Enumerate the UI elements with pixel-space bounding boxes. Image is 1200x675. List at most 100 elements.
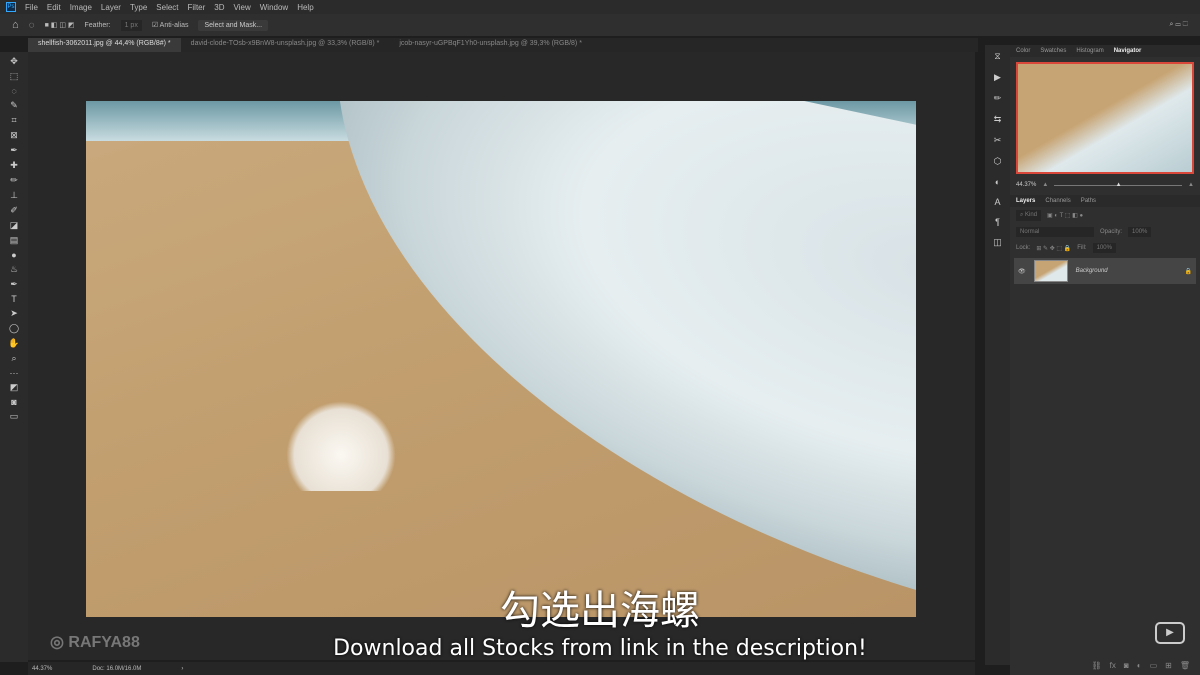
hand-tool-icon[interactable]: ✋	[8, 338, 19, 349]
menu-image[interactable]: Image	[70, 3, 92, 12]
menu-help[interactable]: Help	[297, 3, 313, 12]
link-icon[interactable]: ⛓	[1092, 661, 1102, 670]
lasso-icon[interactable]: ◌	[29, 20, 35, 31]
color-swatches-icon[interactable]: ◩	[10, 382, 19, 393]
adjustment-layer-icon[interactable]: ◐	[1137, 661, 1142, 670]
character-icon[interactable]: A	[994, 197, 1000, 207]
type-tool-icon[interactable]: T	[11, 294, 17, 304]
filter-icons[interactable]: ▣ ◐ T ⬚ ◧ ●	[1047, 212, 1083, 219]
blend-mode-select[interactable]: Normal	[1016, 227, 1094, 237]
lasso-tool-icon[interactable]: ◌	[11, 86, 16, 96]
opacity-input[interactable]: 100%	[1128, 227, 1151, 237]
frame-tool-icon[interactable]: ⊠	[10, 130, 18, 141]
paragraph-icon[interactable]: ¶	[995, 217, 1000, 227]
group-icon[interactable]: ▭	[1150, 661, 1158, 670]
quick-select-tool-icon[interactable]: ✎	[10, 100, 18, 111]
layer-row-background[interactable]: 👁 Background 🔒	[1014, 258, 1196, 284]
kind-filter[interactable]: ⌕ Kind	[1016, 210, 1041, 221]
menu-edit[interactable]: Edit	[47, 3, 61, 12]
menu-3d[interactable]: 3D	[214, 3, 224, 12]
tab-david-clode[interactable]: david-clode-TOsb-x9BnW8-unsplash.jpg @ 3…	[181, 38, 390, 52]
history-brush-icon[interactable]: ✐	[10, 205, 18, 216]
tab-swatches[interactable]: Swatches	[1040, 48, 1066, 54]
tab-channels[interactable]: Channels	[1045, 198, 1070, 204]
menu-select[interactable]: Select	[156, 3, 178, 12]
home-icon[interactable]: ⌂	[12, 19, 19, 31]
menu-file[interactable]: File	[25, 3, 38, 12]
blur-tool-icon[interactable]: ●	[11, 250, 16, 260]
video-player-icon[interactable]: ▶	[1155, 622, 1185, 644]
healing-tool-icon[interactable]: ✚	[10, 160, 18, 171]
tab-paths[interactable]: Paths	[1081, 198, 1096, 204]
fx-icon[interactable]: fx	[1110, 661, 1116, 670]
right-panel: Color Swatches Histogram Navigator 44.37…	[1010, 45, 1200, 675]
tab-layers[interactable]: Layers	[1016, 198, 1035, 204]
brush-tool-icon[interactable]: ✏	[10, 175, 18, 186]
fill-input[interactable]: 100%	[1093, 243, 1116, 253]
select-and-mask-button[interactable]: Select and Mask...	[198, 20, 268, 31]
tab-shellfish[interactable]: shellfish-3062011.jpg @ 44,4% (RGB/8#) *	[28, 38, 181, 52]
layer-thumbnail	[1034, 260, 1068, 282]
menu-filter[interactable]: Filter	[188, 3, 206, 12]
visibility-eye-icon[interactable]: 👁	[1018, 268, 1026, 275]
navigator-tabs: Color Swatches Histogram Navigator	[1010, 45, 1200, 57]
panel-icon-strip: ⧖ ▶ ✏ ⇆ ✂ ⬡ ◐ A ¶ ◫	[985, 45, 1010, 665]
menu-layer[interactable]: Layer	[101, 3, 121, 12]
crop-tool-icon[interactable]: ⌗	[11, 115, 16, 126]
marquee-tool-icon[interactable]: ⬚	[10, 71, 19, 82]
menu-type[interactable]: Type	[130, 3, 147, 12]
menu-view[interactable]: View	[234, 3, 251, 12]
stamp-tool-icon[interactable]: ⊥	[10, 190, 18, 201]
fill-label: Fill:	[1077, 245, 1086, 251]
zoom-out-icon[interactable]: ▲	[1042, 182, 1048, 188]
menu-window[interactable]: Window	[260, 3, 288, 12]
tab-navigator[interactable]: Navigator	[1114, 48, 1142, 54]
search-icon[interactable]: ⌕ ▭ ⬚	[1169, 21, 1200, 29]
eyedropper-tool-icon[interactable]: ✒	[10, 145, 18, 156]
options-bar: ⌂ ◌ ■ ◧ ◫ ◩ Feather: 1 px ☑ Anti-alias S…	[0, 14, 1200, 36]
pen-tool-icon[interactable]: ✒	[10, 279, 18, 290]
navigator-zoom[interactable]: 44.37%	[1016, 182, 1036, 188]
brushes-icon[interactable]: ✏	[994, 93, 1002, 104]
feather-label: Feather:	[85, 22, 111, 29]
screen-mode-icon[interactable]: ▭	[10, 411, 19, 422]
path-select-icon[interactable]: ➤	[10, 308, 18, 319]
quick-mask-icon[interactable]: ◙	[11, 397, 16, 407]
history-icon[interactable]: ⧖	[994, 51, 1000, 62]
zoom-in-icon[interactable]: ▲	[1188, 182, 1194, 188]
lock-icons[interactable]: ⊞ ✎ ✥ ⬚ 🔒	[1036, 245, 1071, 252]
move-tool-icon[interactable]: ✥	[10, 56, 18, 67]
selection-mode-icons[interactable]: ■ ◧ ◫ ◩	[45, 21, 75, 29]
blend-row: Normal Opacity: 100%	[1010, 224, 1200, 240]
adjust-icon[interactable]: ⇆	[994, 114, 1002, 125]
antialias-checkbox[interactable]: ☑ Anti-alias	[152, 21, 189, 29]
trash-icon[interactable]: 🗑	[1180, 661, 1190, 670]
beach-photo[interactable]	[86, 101, 916, 617]
new-layer-icon[interactable]: ⊞	[1165, 661, 1172, 670]
layers-tabs: Layers Channels Paths	[1010, 195, 1200, 207]
mask-icon[interactable]: ◙	[1124, 661, 1129, 670]
adjustments-icon[interactable]: ◐	[995, 177, 1000, 187]
tools-icon[interactable]: ✂	[994, 135, 1002, 146]
eraser-tool-icon[interactable]: ◪	[10, 220, 19, 231]
status-arrow-icon[interactable]: ›	[181, 666, 183, 672]
layer-name[interactable]: Background	[1076, 268, 1177, 274]
seashell	[286, 401, 396, 491]
tab-histogram[interactable]: Histogram	[1076, 48, 1103, 54]
shape-tool-icon[interactable]: ◯	[9, 323, 19, 334]
more-tools-icon[interactable]: ···	[10, 368, 19, 378]
status-zoom[interactable]: 44.37%	[32, 666, 52, 672]
kind-label: Kind	[1025, 212, 1037, 218]
tab-jcob-nasyr[interactable]: jcob-nasyr-uGPBqF1Yh0-unsplash.jpg @ 39,…	[389, 38, 592, 52]
dodge-tool-icon[interactable]: ♨	[10, 264, 18, 275]
gradient-tool-icon[interactable]: ▤	[10, 235, 19, 246]
actions-icon[interactable]: ▶	[994, 72, 1001, 83]
3d-icon[interactable]: ⬡	[994, 156, 1002, 167]
zoom-slider[interactable]: ▲	[1054, 185, 1182, 186]
navigator-preview[interactable]	[1016, 62, 1194, 174]
tab-color[interactable]: Color	[1016, 48, 1030, 54]
tools-panel: ✥ ⬚ ◌ ✎ ⌗ ⊠ ✒ ✚ ✏ ⊥ ✐ ◪ ▤ ● ♨ ✒ T ➤ ◯ ✋ …	[0, 52, 28, 662]
zoom-tool-icon[interactable]: ⌕	[11, 353, 16, 364]
layers-icon[interactable]: ◫	[993, 237, 1002, 248]
feather-input[interactable]: 1 px	[121, 20, 142, 31]
